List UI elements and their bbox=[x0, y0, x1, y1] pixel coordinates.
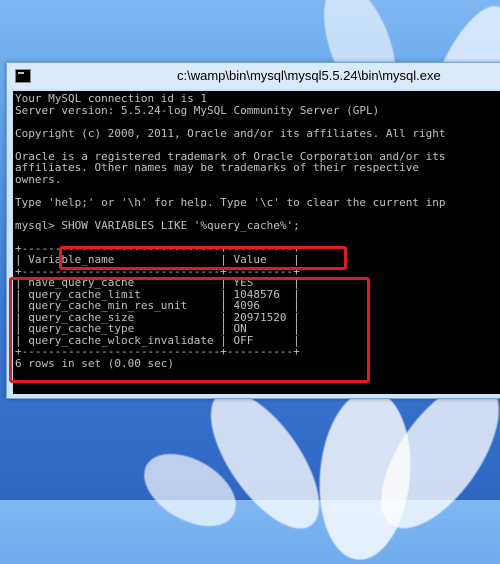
window-titlebar[interactable]: c:\wamp\bin\mysql\mysql5.5.24\bin\mysql.… bbox=[7, 63, 500, 89]
console-window[interactable]: c:\wamp\bin\mysql\mysql5.5.24\bin\mysql.… bbox=[6, 62, 500, 399]
command-highlight-box bbox=[59, 246, 347, 270]
console-line: Copyright (c) 2000, 2011, Oracle and/or … bbox=[15, 126, 446, 140]
window-title: c:\wamp\bin\mysql\mysql5.5.24\bin\mysql.… bbox=[177, 68, 441, 83]
sql-command: SHOW VARIABLES LIKE '%query_cache%'; bbox=[61, 218, 300, 232]
command-line[interactable]: mysql> SHOW VARIABLES LIKE '%query_cache… bbox=[15, 218, 500, 232]
console-line: owners. bbox=[15, 172, 62, 186]
result-highlight-box bbox=[9, 277, 370, 383]
console-line: Type 'help;' or '\h' for help. Type '\c'… bbox=[15, 195, 446, 209]
mysql-prompt: mysql> bbox=[15, 218, 62, 232]
console-app-icon[interactable] bbox=[15, 69, 31, 83]
console-line: Server version: 5.5.24-log MySQL Communi… bbox=[15, 103, 380, 117]
console-line: affiliates. Other names may be trademark… bbox=[15, 161, 419, 174]
console-line: Your MySQL connection id is 1 bbox=[15, 92, 208, 105]
